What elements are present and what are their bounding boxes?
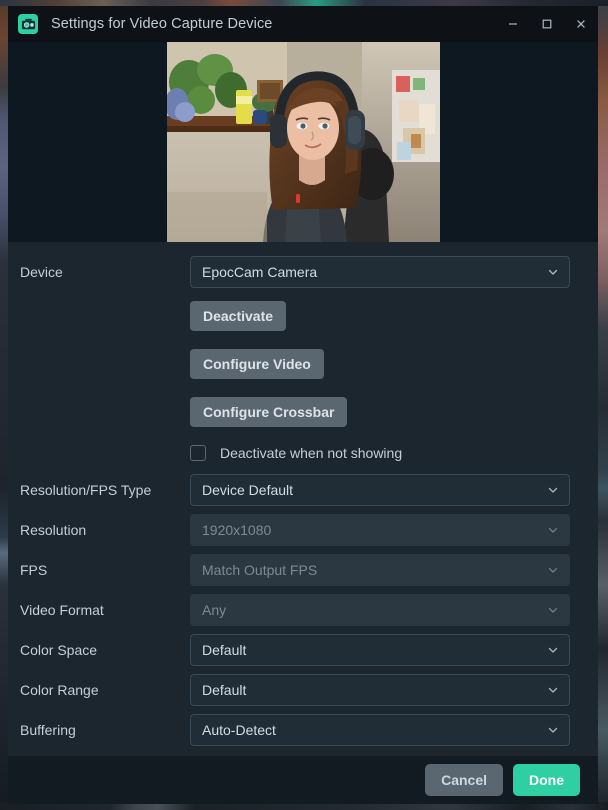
buffering-label: Buffering	[20, 722, 76, 738]
settings-form: Device EpocCam Camera Deactivate Configu…	[8, 242, 598, 756]
background-right-strip	[598, 6, 608, 810]
deactivate-when-not-showing-row: Deactivate when not showing	[8, 436, 598, 470]
resolution-fps-type-select-value: Device Default	[202, 482, 294, 498]
chevron-down-icon	[547, 266, 559, 278]
configure-crossbar-row: Configure Crossbar	[8, 388, 598, 436]
deactivate-row: Deactivate	[8, 292, 598, 340]
buffering-select[interactable]: Auto-Detect	[190, 714, 570, 746]
device-row: Device EpocCam Camera	[8, 252, 598, 292]
close-icon[interactable]	[564, 6, 598, 42]
video-preview	[166, 42, 440, 242]
video-format-row: Video Format Any	[8, 590, 598, 630]
chevron-down-icon	[547, 604, 559, 616]
video-capture-device-icon	[18, 14, 38, 34]
fps-select: Match Output FPS	[190, 554, 570, 586]
color-range-select-value: Default	[202, 682, 247, 698]
deactivate-when-not-showing-checkbox[interactable]	[190, 445, 206, 461]
resolution-row: Resolution 1920x1080	[8, 510, 598, 550]
resolution-fps-type-row: Resolution/FPS Type Device Default	[8, 470, 598, 510]
fps-label: FPS	[20, 562, 48, 578]
configure-crossbar-button[interactable]: Configure Crossbar	[190, 397, 348, 427]
window-title: Settings for Video Capture Device	[51, 16, 273, 32]
buffering-select-value: Auto-Detect	[202, 722, 276, 738]
buffering-row: Buffering Auto-Detect	[8, 710, 598, 750]
chevron-down-icon	[547, 684, 559, 696]
color-range-select[interactable]: Default	[190, 674, 570, 706]
cancel-button[interactable]: Cancel	[425, 764, 503, 796]
configure-video-row: Configure Video	[8, 340, 598, 388]
video-format-select: Any	[190, 594, 570, 626]
color-space-select[interactable]: Default	[190, 634, 570, 666]
minimize-icon[interactable]	[496, 6, 530, 42]
resolution-select-value: 1920x1080	[202, 522, 272, 538]
resolution-fps-type-select[interactable]: Device Default	[190, 474, 570, 506]
preview-area	[8, 42, 598, 242]
color-space-row: Color Space Default	[8, 630, 598, 670]
chevron-down-icon	[547, 564, 559, 576]
color-space-label: Color Space	[20, 642, 98, 658]
dialog-footer: Cancel Done	[8, 756, 598, 804]
deactivate-button[interactable]: Deactivate	[190, 301, 287, 331]
resolution-label: Resolution	[20, 522, 87, 538]
fps-row: FPS Match Output FPS	[8, 550, 598, 590]
settings-dialog: Settings for Video Capture Device Device…	[8, 6, 598, 804]
device-label: Device	[20, 264, 63, 280]
maximize-icon[interactable]	[530, 6, 564, 42]
background-left-strip	[0, 6, 8, 810]
title-bar[interactable]: Settings for Video Capture Device	[8, 6, 598, 42]
deactivate-when-not-showing-label: Deactivate when not showing	[220, 445, 403, 461]
fps-select-value: Match Output FPS	[202, 562, 318, 578]
chevron-down-icon	[547, 644, 559, 656]
dropdown-rows: Resolution/FPS Type Device Default Resolut…	[8, 470, 598, 750]
window-controls	[496, 6, 598, 42]
chevron-down-icon	[547, 724, 559, 736]
device-select[interactable]: EpocCam Camera	[190, 256, 570, 288]
resolution-select: 1920x1080	[190, 514, 570, 546]
flip-vertically-row: Flip Vertically	[8, 750, 598, 756]
resolution-fps-type-label: Resolution/FPS Type	[20, 482, 152, 498]
configure-video-button[interactable]: Configure Video	[190, 349, 324, 379]
color-space-select-value: Default	[202, 642, 247, 658]
done-button[interactable]: Done	[513, 764, 580, 796]
video-format-select-value: Any	[202, 602, 227, 618]
color-range-row: Color Range Default	[8, 670, 598, 710]
device-select-value: EpocCam Camera	[202, 264, 318, 280]
color-range-label: Color Range	[20, 682, 99, 698]
video-format-label: Video Format	[20, 602, 104, 618]
chevron-down-icon	[547, 524, 559, 536]
chevron-down-icon	[547, 484, 559, 496]
